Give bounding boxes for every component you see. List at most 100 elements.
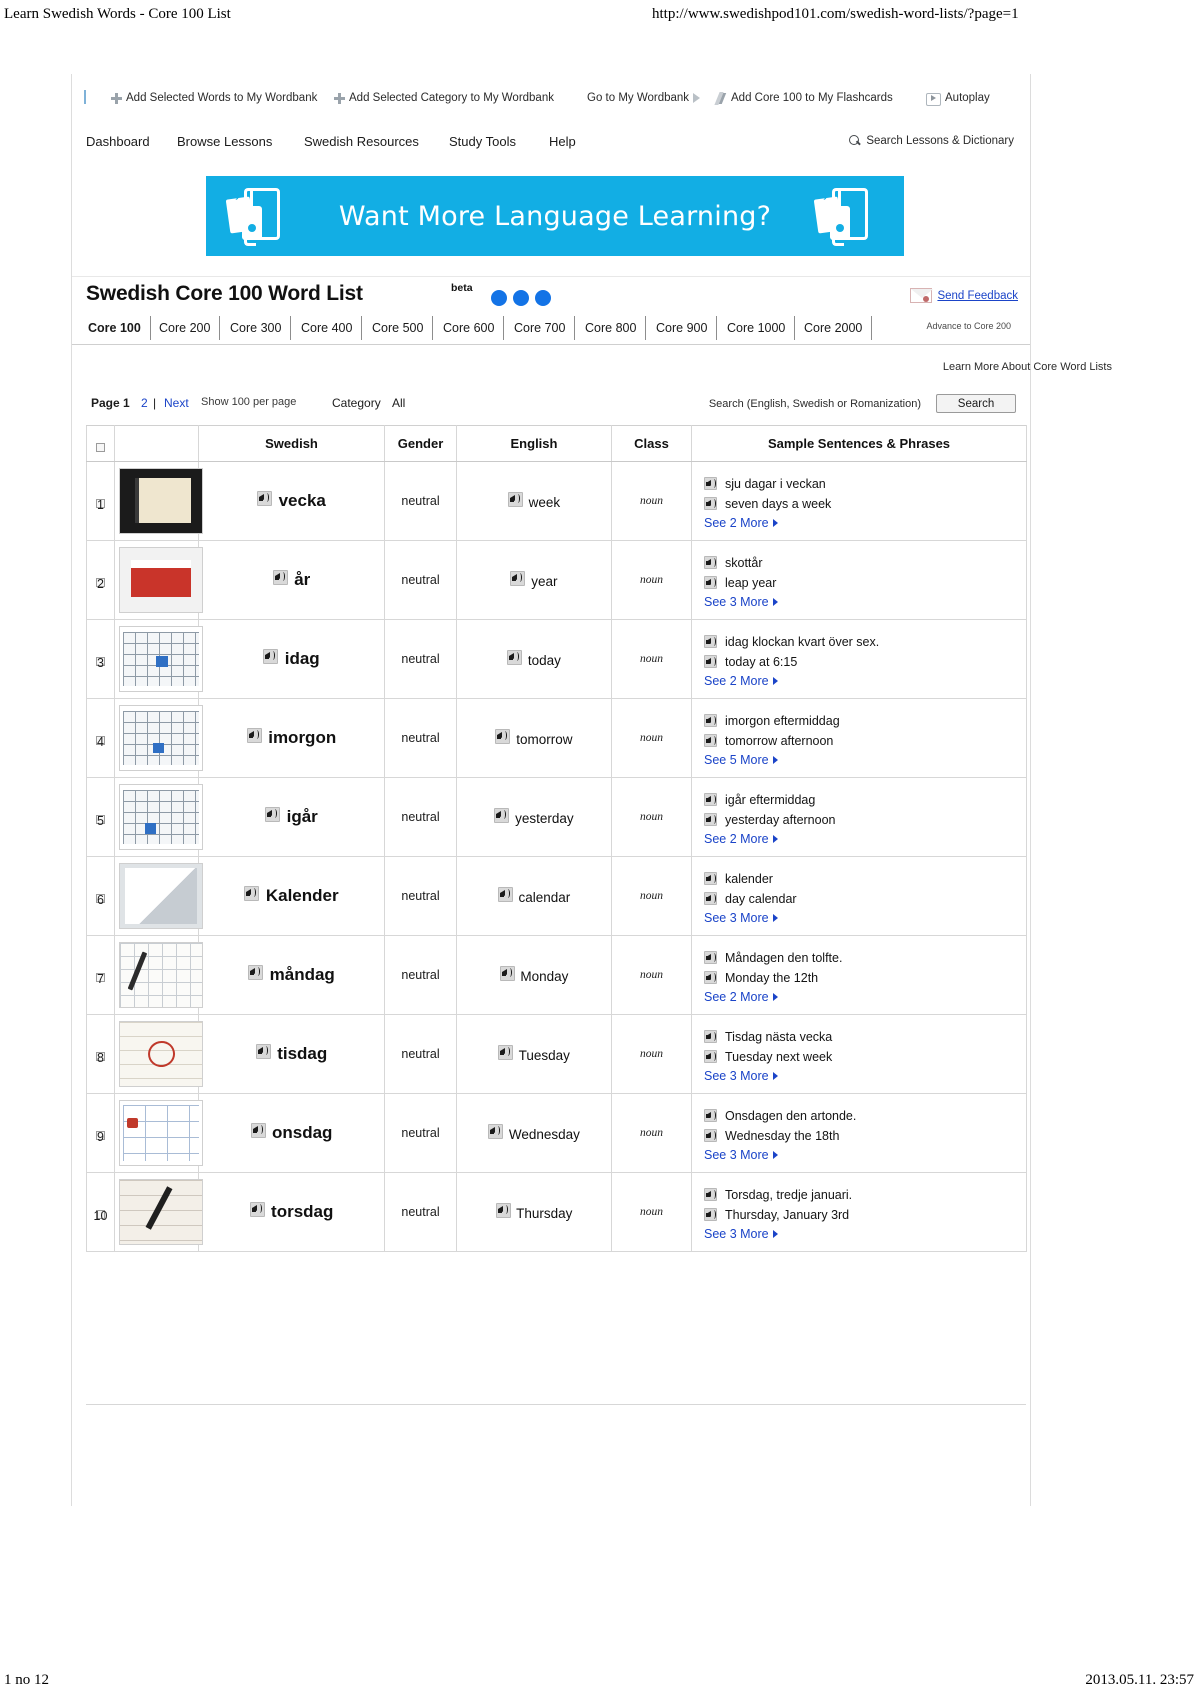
audio-play-icon[interactable] — [704, 793, 719, 806]
autoplay-button[interactable]: Autoplay — [926, 88, 990, 108]
select-all-header[interactable] — [86, 425, 115, 462]
audio-play-icon[interactable] — [495, 1203, 513, 1218]
sample-sentence: Thursday, January 3rd — [704, 1206, 1026, 1224]
tab-core-900[interactable]: Core 900 — [647, 316, 718, 340]
row-select-cell[interactable]: 7 — [86, 935, 115, 1015]
see-more-link[interactable]: See 3 More — [704, 1148, 1026, 1162]
nav-item-study-tools[interactable]: Study Tools — [449, 134, 516, 149]
see-more-link[interactable]: See 2 More — [704, 674, 1026, 688]
promo-banner[interactable]: Want More Language Learning? — [206, 176, 904, 256]
row-select-cell[interactable]: 6 — [86, 856, 115, 936]
audio-play-icon[interactable] — [704, 872, 719, 885]
row-select-cell[interactable]: 10 — [86, 1172, 115, 1252]
audio-play-icon[interactable] — [704, 635, 719, 648]
audio-play-icon[interactable] — [510, 571, 527, 586]
audio-play-icon[interactable] — [495, 729, 512, 744]
tab-core-200[interactable]: Core 200 — [150, 316, 221, 340]
tab-core-100[interactable]: Core 100 — [79, 316, 151, 340]
audio-play-icon[interactable] — [704, 1188, 719, 1201]
row-select-cell[interactable]: 3 — [86, 619, 115, 699]
audio-play-icon[interactable] — [497, 887, 515, 902]
audio-play-icon[interactable] — [704, 556, 719, 569]
row-select-cell[interactable]: 9 — [86, 1093, 115, 1173]
audio-play-icon[interactable] — [257, 491, 274, 506]
audio-play-icon[interactable] — [704, 813, 719, 826]
tab-core-500[interactable]: Core 500 — [363, 316, 434, 340]
see-more-link[interactable]: See 3 More — [704, 1069, 1026, 1083]
audio-play-icon[interactable] — [488, 1124, 505, 1139]
show-per-page-select[interactable]: Show 100 per page — [201, 396, 296, 408]
sample-sentence: today at 6:15 — [704, 653, 1026, 671]
tab-core-700[interactable]: Core 700 — [505, 316, 576, 340]
see-more-link[interactable]: See 2 More — [704, 832, 1026, 846]
send-feedback-link[interactable]: Send Feedback — [910, 288, 1018, 303]
audio-play-icon[interactable] — [494, 808, 511, 823]
tab-core-800[interactable]: Core 800 — [576, 316, 647, 340]
class-cell: noun — [611, 461, 692, 541]
select-all-checkbox[interactable] — [96, 442, 105, 452]
audio-play-icon[interactable] — [249, 1202, 267, 1217]
difficulty-dots — [491, 290, 551, 306]
audio-play-icon[interactable] — [250, 1123, 268, 1138]
see-more-link[interactable]: See 3 More — [704, 911, 1026, 925]
audio-play-icon[interactable] — [507, 650, 524, 665]
audio-play-icon[interactable] — [263, 649, 280, 664]
nav-item-swedish-resources[interactable]: Swedish Resources — [304, 134, 419, 149]
audio-play-icon[interactable] — [704, 951, 719, 964]
audio-play-icon[interactable] — [499, 966, 517, 981]
audio-play-icon[interactable] — [704, 734, 719, 747]
tab-core-1000[interactable]: Core 1000 — [718, 316, 796, 340]
next-page-link[interactable]: Next — [164, 396, 189, 410]
learn-more-link[interactable]: Learn More About Core Word Lists — [943, 361, 1112, 373]
audio-play-icon[interactable] — [704, 1050, 719, 1063]
row-select-cell[interactable]: 5 — [86, 777, 115, 857]
see-more-link[interactable]: See 2 More — [704, 516, 1026, 530]
audio-play-icon[interactable] — [704, 497, 719, 510]
audio-play-icon[interactable] — [507, 492, 525, 507]
english-word: calendar — [518, 890, 571, 905]
add-selected-category-button[interactable]: Add Selected Category to My Wordbank — [334, 88, 554, 108]
see-more-link[interactable]: See 3 More — [704, 1227, 1026, 1241]
row-select-cell[interactable]: 4 — [86, 698, 115, 778]
category-value[interactable]: All — [392, 396, 405, 410]
audio-play-icon[interactable] — [704, 655, 719, 668]
banner-art-right-icon — [813, 188, 882, 246]
tab-core-2000[interactable]: Core 2000 — [795, 316, 873, 340]
audio-play-icon[interactable] — [704, 714, 719, 727]
see-more-link[interactable]: See 3 More — [704, 595, 1026, 609]
add-selected-words-button[interactable]: Add Selected Words to My Wordbank — [111, 88, 317, 108]
nav-item-help[interactable]: Help — [549, 134, 576, 149]
audio-play-icon[interactable] — [704, 1030, 719, 1043]
audio-play-icon[interactable] — [272, 570, 290, 585]
audio-play-icon[interactable] — [265, 807, 282, 822]
tab-core-400[interactable]: Core 400 — [292, 316, 363, 340]
tab-core-300[interactable]: Core 300 — [221, 316, 292, 340]
audio-play-icon[interactable] — [498, 1045, 515, 1060]
nav-item-dashboard[interactable]: Dashboard — [86, 134, 150, 149]
audio-play-icon[interactable] — [704, 971, 719, 984]
page-2-link[interactable]: 2 — [141, 396, 148, 410]
autoplay-label: Autoplay — [945, 92, 990, 104]
add-flashcards-button[interactable]: Add Core 100 to My Flashcards — [715, 88, 893, 108]
audio-play-icon[interactable] — [704, 1208, 719, 1221]
row-select-cell[interactable]: 8 — [86, 1014, 115, 1094]
audio-play-icon[interactable] — [246, 728, 264, 743]
audio-play-icon[interactable] — [704, 892, 719, 905]
row-select-cell[interactable]: 2 — [86, 540, 115, 620]
search-button[interactable]: Search — [936, 394, 1016, 413]
row-select-cell[interactable]: 1 — [86, 461, 115, 541]
audio-play-icon[interactable] — [255, 1044, 273, 1059]
see-more-link[interactable]: See 5 More — [704, 753, 1026, 767]
search-lessons-dictionary-link[interactable]: Search Lessons & Dictionary — [849, 135, 1014, 147]
see-more-link[interactable]: See 2 More — [704, 990, 1026, 1004]
audio-play-icon[interactable] — [704, 576, 719, 589]
audio-play-icon[interactable] — [244, 886, 261, 901]
go-to-wordbank-button[interactable]: Go to My Wordbank — [587, 88, 701, 108]
audio-play-icon[interactable] — [704, 1129, 719, 1142]
nav-item-browse-lessons[interactable]: Browse Lessons — [177, 134, 272, 149]
audio-play-icon[interactable] — [704, 477, 719, 490]
audio-play-icon[interactable] — [704, 1109, 719, 1122]
audio-play-icon[interactable] — [248, 965, 265, 980]
class-cell: noun — [611, 935, 692, 1015]
tab-core-600[interactable]: Core 600 — [434, 316, 505, 340]
